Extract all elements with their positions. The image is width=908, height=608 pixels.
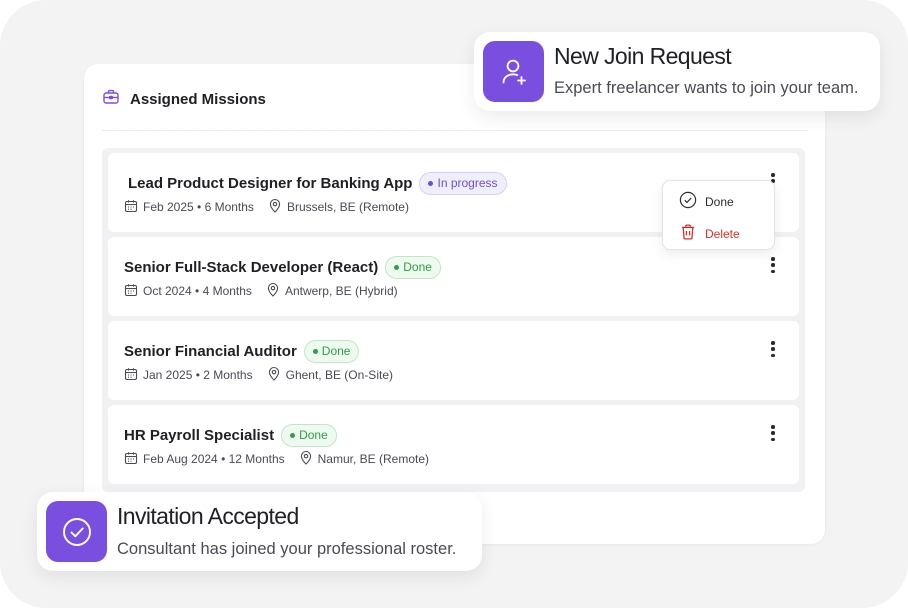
menu-item-done[interactable]: Done — [679, 191, 734, 212]
mission-title: Senior Financial Auditor — [124, 342, 297, 360]
status-dot — [290, 432, 296, 438]
menu-item-delete-label: Delete — [705, 226, 740, 241]
status-dot — [428, 180, 434, 186]
user-add-icon — [483, 41, 544, 102]
location-pin-icon — [267, 366, 281, 384]
mission-date: Feb 2025 • 6 Months — [124, 199, 254, 216]
row-actions-menu: Done Delete — [662, 180, 775, 250]
briefcase-icon — [102, 88, 120, 111]
mission-location-text: Brussels, BE (Remote) — [286, 200, 409, 214]
status-badge: Done — [303, 339, 360, 363]
menu-item-delete[interactable]: Delete — [679, 223, 740, 244]
more-options-icon[interactable] — [769, 339, 777, 359]
mission-location-text: Ghent, BE (On-Site) — [285, 368, 393, 382]
mission-date: Oct 2024 • 4 Months — [124, 283, 252, 300]
menu-item-done-label: Done — [705, 194, 734, 209]
mission-row[interactable]: HR Payroll Specialist Done Feb Aug 2024 … — [108, 405, 799, 484]
status-label: Done — [321, 344, 351, 358]
more-options-icon[interactable] — [769, 423, 777, 443]
notification-subtitle: Expert freelancer wants to join your tea… — [554, 79, 859, 97]
divider — [102, 130, 807, 131]
mission-date-text: Oct 2024 • 4 Months — [143, 284, 252, 298]
status-badge: In progress — [419, 171, 507, 195]
check-circle-icon — [46, 501, 107, 562]
assigned-missions-card: Assigned Missions Lead Product Designer … — [84, 64, 825, 544]
more-options-icon[interactable] — [769, 255, 777, 275]
calendar-icon — [124, 283, 138, 300]
mission-location: Namur, BE (Remote) — [299, 450, 429, 468]
mission-row[interactable]: Senior Financial Auditor Done Jan 2025 •… — [108, 321, 799, 400]
invitation-accepted-notification[interactable]: Invitation Accepted Consultant has joine… — [37, 492, 482, 571]
check-circle-icon — [679, 191, 697, 212]
status-label: Done — [403, 260, 432, 274]
mission-title-line: Lead Product Designer for Banking App In… — [128, 171, 507, 195]
calendar-icon — [124, 199, 138, 216]
mission-location: Brussels, BE (Remote) — [268, 198, 409, 216]
status-dot — [312, 348, 318, 354]
card-header: Assigned Missions — [102, 88, 266, 110]
mission-meta: Jan 2025 • 2 Months Ghent, BE (On-Site) — [124, 367, 393, 383]
location-pin-icon — [299, 450, 313, 468]
mission-location-text: Antwerp, BE (Hybrid) — [284, 284, 398, 298]
mission-title: HR Payroll Specialist — [124, 426, 275, 444]
notification-title: Invitation Accepted — [117, 503, 299, 529]
location-pin-icon — [268, 198, 282, 216]
mission-date-text: Jan 2025 • 2 Months — [143, 368, 253, 382]
trash-icon — [679, 223, 697, 244]
join-request-notification[interactable]: New Join Request Expert freelancer wants… — [474, 32, 880, 111]
mission-location-text: Namur, BE (Remote) — [317, 452, 430, 466]
mission-title-line: Senior Financial Auditor Done — [124, 339, 360, 363]
card-title: Assigned Missions — [130, 90, 266, 108]
mission-date: Feb Aug 2024 • 12 Months — [124, 451, 285, 468]
mission-title: Lead Product Designer for Banking App — [128, 174, 413, 192]
calendar-icon — [124, 451, 138, 468]
location-pin-icon — [266, 282, 280, 300]
status-badge: Done — [281, 423, 337, 447]
mission-title-line: Senior Full-Stack Developer (React) Done — [124, 255, 441, 279]
mission-date-text: Feb 2025 • 6 Months — [143, 200, 254, 214]
mission-meta: Feb 2025 • 6 Months Brussels, BE (Remote… — [124, 199, 409, 215]
mission-title: Senior Full-Stack Developer (React) — [124, 258, 379, 276]
mission-location: Antwerp, BE (Hybrid) — [266, 282, 398, 300]
status-label: Done — [299, 428, 328, 442]
notification-title: New Join Request — [554, 43, 732, 69]
mission-meta: Feb Aug 2024 • 12 Months Namur, BE (Remo… — [124, 451, 429, 467]
mission-title-line: HR Payroll Specialist Done — [124, 423, 337, 447]
status-badge: Done — [385, 255, 441, 279]
notification-subtitle: Consultant has joined your professional … — [117, 540, 457, 558]
mission-location: Ghent, BE (On-Site) — [267, 366, 393, 384]
mission-meta: Oct 2024 • 4 Months Antwerp, BE (Hybrid) — [124, 283, 398, 299]
status-dot — [394, 264, 400, 270]
status-label: In progress — [437, 176, 498, 190]
calendar-icon — [124, 367, 138, 384]
mission-date-text: Feb Aug 2024 • 12 Months — [143, 452, 285, 466]
mission-date: Jan 2025 • 2 Months — [124, 367, 253, 384]
